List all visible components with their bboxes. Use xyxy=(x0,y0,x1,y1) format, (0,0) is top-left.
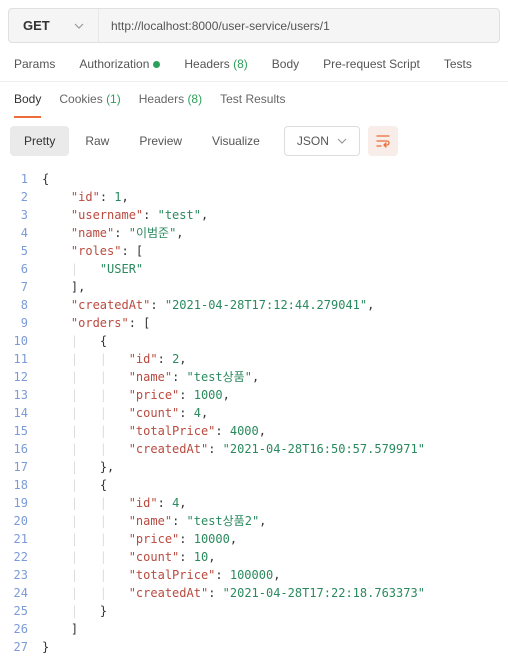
line-num: 26 xyxy=(8,620,28,638)
v: "test상품" xyxy=(187,370,252,384)
chevron-down-icon xyxy=(337,138,347,144)
v: "test" xyxy=(158,208,201,222)
k: "totalPrice" xyxy=(129,568,216,582)
k: "createdAt" xyxy=(71,298,150,312)
line-num: 23 xyxy=(8,566,28,584)
k: "id" xyxy=(129,352,158,366)
k: "orders" xyxy=(71,316,129,330)
v: "이범준" xyxy=(129,226,177,240)
line-num: 24 xyxy=(8,584,28,602)
code-body[interactable]: { "id": 1, "username": "test", "name": "… xyxy=(42,170,508,656)
k: "username" xyxy=(71,208,143,222)
line-num: 17 xyxy=(8,458,28,476)
line-num: 20 xyxy=(8,512,28,530)
line-num: 9 xyxy=(8,314,28,332)
format-select[interactable]: JSON xyxy=(284,126,360,156)
k: "totalPrice" xyxy=(129,424,216,438)
res-tab-headers[interactable]: Headers (8) xyxy=(139,92,202,118)
request-bar: GET xyxy=(8,8,500,43)
res-tab-body[interactable]: Body xyxy=(14,92,41,118)
line-num: 18 xyxy=(8,476,28,494)
k: "createdAt" xyxy=(129,442,208,456)
line-num: 27 xyxy=(8,638,28,656)
tab-body[interactable]: Body xyxy=(272,57,299,71)
k: "roles" xyxy=(71,244,122,258)
tab-prerequest[interactable]: Pre-request Script xyxy=(323,57,420,71)
line-gutter: 1 2 3 4 5 6 7 8 9 10 11 12 13 14 15 16 1… xyxy=(0,170,42,656)
line-num: 21 xyxy=(8,530,28,548)
k: "id" xyxy=(71,190,100,204)
line-num: 4 xyxy=(8,224,28,242)
k: "count" xyxy=(129,550,180,564)
chevron-down-icon xyxy=(74,23,84,29)
v: 4000 xyxy=(230,424,259,438)
url-input[interactable] xyxy=(99,9,499,42)
response-tabs: Body Cookies (1) Headers (8) Test Result… xyxy=(0,82,508,118)
wrap-icon xyxy=(375,134,391,148)
line-num: 1 xyxy=(8,170,28,188)
view-raw-button[interactable]: Raw xyxy=(71,126,123,156)
request-tabs: Params Authorization Headers (8) Body Pr… xyxy=(0,51,508,82)
line-num: 15 xyxy=(8,422,28,440)
line-num: 7 xyxy=(8,278,28,296)
v: 10 xyxy=(194,550,208,564)
line-num: 13 xyxy=(8,386,28,404)
line-num: 25 xyxy=(8,602,28,620)
v: "2021-04-28T17:22:18.763373" xyxy=(223,586,425,600)
v: 1 xyxy=(114,190,121,204)
line-num: 8 xyxy=(8,296,28,314)
line-num: 19 xyxy=(8,494,28,512)
wrap-lines-button[interactable] xyxy=(368,126,398,156)
v: "test상품2" xyxy=(187,514,260,528)
v: 10000 xyxy=(194,532,230,546)
line-num: 12 xyxy=(8,368,28,386)
line-num: 6 xyxy=(8,260,28,278)
view-preview-button[interactable]: Preview xyxy=(125,126,196,156)
line-num: 11 xyxy=(8,350,28,368)
method-select[interactable]: GET xyxy=(9,9,99,42)
line-num: 16 xyxy=(8,440,28,458)
brace: { xyxy=(42,172,49,186)
view-visualize-button[interactable]: Visualize xyxy=(198,126,274,156)
line-num: 3 xyxy=(8,206,28,224)
k: "price" xyxy=(129,388,180,402)
v: 100000 xyxy=(230,568,273,582)
line-num: 2 xyxy=(8,188,28,206)
code-area: 1 2 3 4 5 6 7 8 9 10 11 12 13 14 15 16 1… xyxy=(0,164,508,668)
v: 1000 xyxy=(194,388,223,402)
tab-auth-label: Authorization xyxy=(79,57,149,71)
cookies-count: (1) xyxy=(106,92,121,106)
res-cookies-label: Cookies xyxy=(59,92,102,106)
k: "name" xyxy=(129,370,172,384)
view-bar: Pretty Raw Preview Visualize JSON xyxy=(0,118,508,164)
res-headers-count: (8) xyxy=(187,92,202,106)
format-label: JSON xyxy=(297,134,329,148)
view-pretty-button[interactable]: Pretty xyxy=(10,126,69,156)
k: "price" xyxy=(129,532,180,546)
res-headers-label: Headers xyxy=(139,92,184,106)
line-num: 22 xyxy=(8,548,28,566)
tab-authorization[interactable]: Authorization xyxy=(79,57,160,71)
line-num: 5 xyxy=(8,242,28,260)
line-num: 14 xyxy=(8,404,28,422)
tab-tests[interactable]: Tests xyxy=(444,57,472,71)
v: "2021-04-28T16:50:57.579971" xyxy=(223,442,425,456)
headers-count: (8) xyxy=(233,57,248,71)
tab-headers-label: Headers xyxy=(184,57,229,71)
line-num: 10 xyxy=(8,332,28,350)
auth-active-dot xyxy=(153,61,160,68)
method-label: GET xyxy=(23,18,50,33)
k: "name" xyxy=(71,226,114,240)
k: "createdAt" xyxy=(129,586,208,600)
v: 4 xyxy=(194,406,201,420)
res-tab-testresults[interactable]: Test Results xyxy=(220,92,285,118)
k: "count" xyxy=(129,406,180,420)
k: "name" xyxy=(129,514,172,528)
k: "id" xyxy=(129,496,158,510)
v: "2021-04-28T17:12:44.279041" xyxy=(165,298,367,312)
tab-headers[interactable]: Headers (8) xyxy=(184,57,247,71)
res-tab-cookies[interactable]: Cookies (1) xyxy=(59,92,120,118)
tab-params[interactable]: Params xyxy=(14,57,55,71)
v: "USER" xyxy=(100,262,143,276)
